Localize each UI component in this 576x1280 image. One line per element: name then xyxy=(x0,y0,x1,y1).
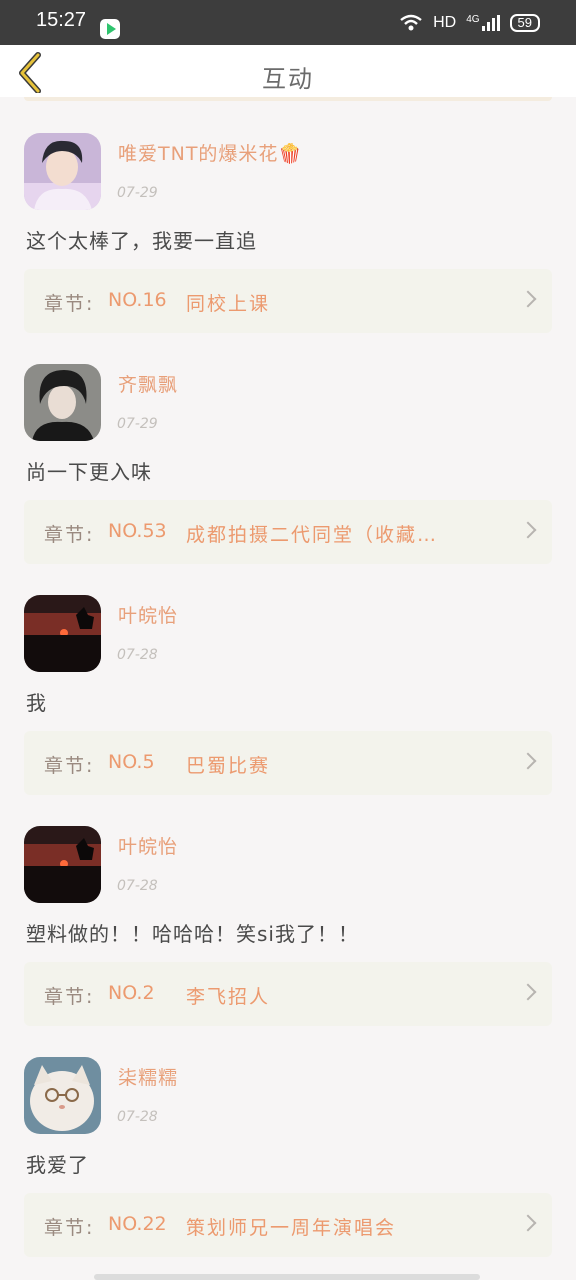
username[interactable]: 齐飘飘 xyxy=(118,370,178,397)
status-time: 15:27 xyxy=(36,9,87,31)
chapter-number: NO.5 xyxy=(108,751,155,773)
chapter-link[interactable]: 章节: NO.22 策划师兄一周年演唱会 xyxy=(24,1193,552,1257)
comment-text: 我爱了 xyxy=(26,1153,89,1177)
chevron-right-icon xyxy=(519,752,537,770)
comment-text: 这个太棒了，我要一直追 xyxy=(26,229,257,253)
chevron-right-icon xyxy=(519,983,537,1001)
nav-bar: 互动 xyxy=(0,45,576,97)
status-bar: 15:27 HD 4G 59 xyxy=(0,0,576,45)
chapter-number: NO.22 xyxy=(108,1213,167,1235)
chapter-number: NO.16 xyxy=(108,289,167,311)
avatar[interactable] xyxy=(24,364,101,441)
chapter-title: 同校上课 xyxy=(186,293,271,315)
chapter-link[interactable]: 章节: NO.53 成都拍摄二代同堂（收藏… xyxy=(24,500,552,564)
comment-date: 07-29 xyxy=(117,416,158,432)
chapter-number: NO.2 xyxy=(108,982,155,1004)
video-app-icon xyxy=(100,19,120,39)
list-item: 唯爱TNT的爆米花🍿 07-29 这个太棒了，我要一直追 章节: NO.16 同… xyxy=(0,97,576,333)
scroll-indicator xyxy=(94,1274,480,1280)
chapter-label: 章节: xyxy=(44,986,95,1008)
battery-indicator: 59 xyxy=(509,14,540,32)
avatar[interactable] xyxy=(24,595,101,672)
chapter-label: 章节: xyxy=(44,1217,95,1239)
chapter-label: 章节: xyxy=(44,755,95,777)
chevron-right-icon xyxy=(519,1214,537,1232)
network-label: HD xyxy=(433,14,457,31)
chapter-link[interactable]: 章节: NO.2 李飞招人 xyxy=(24,962,552,1026)
avatar[interactable] xyxy=(24,1057,101,1134)
chevron-right-icon xyxy=(519,521,537,539)
chapter-link[interactable]: 章节: NO.16 同校上课 xyxy=(24,269,552,333)
comment-text: 塑料做的！！哈哈哈！笑si我了！！ xyxy=(26,922,359,946)
username[interactable]: 唯爱TNT的爆米花🍿 xyxy=(118,139,303,166)
page-title: 互动 xyxy=(262,65,314,93)
comment-date: 07-29 xyxy=(117,185,158,201)
username[interactable]: 叶皖怡 xyxy=(118,601,178,628)
signal-label: 4G xyxy=(466,14,480,25)
avatar[interactable] xyxy=(24,826,101,903)
chapter-number: NO.53 xyxy=(108,520,167,542)
username[interactable]: 柒糯糯 xyxy=(118,1063,178,1090)
username[interactable]: 叶皖怡 xyxy=(118,832,178,859)
list-item: 叶皖怡 07-28 塑料做的！！哈哈哈！笑si我了！！ 章节: NO.2 李飞招… xyxy=(0,790,576,1026)
signal-icon xyxy=(481,15,500,31)
wifi-icon xyxy=(400,14,422,31)
comment-date: 07-28 xyxy=(117,1109,158,1125)
chapter-title: 巴蜀比赛 xyxy=(186,755,271,777)
avatar[interactable] xyxy=(24,133,101,210)
chevron-right-icon xyxy=(519,290,537,308)
chapter-label: 章节: xyxy=(44,524,95,546)
chapter-link[interactable]: 章节: NO.5 巴蜀比赛 xyxy=(24,731,552,795)
comment-date: 07-28 xyxy=(117,647,158,663)
list-item: 柒糯糯 07-28 我爱了 章节: NO.22 策划师兄一周年演唱会 xyxy=(0,1021,576,1257)
list-item: 叶皖怡 07-28 我 章节: NO.5 巴蜀比赛 xyxy=(0,559,576,795)
chapter-title: 李飞招人 xyxy=(186,986,271,1008)
chapter-title: 成都拍摄二代同堂（收藏… xyxy=(186,524,439,546)
list-item: 齐飘飘 07-29 尚一下更入味 章节: NO.53 成都拍摄二代同堂（收藏… xyxy=(0,328,576,564)
comment-text: 尚一下更入味 xyxy=(26,460,152,484)
comment-date: 07-28 xyxy=(117,878,158,894)
comment-text: 我 xyxy=(26,691,47,715)
status-indicators: HD 4G 59 xyxy=(399,14,540,32)
chapter-title: 策划师兄一周年演唱会 xyxy=(186,1217,397,1239)
chapter-label: 章节: xyxy=(44,293,95,315)
